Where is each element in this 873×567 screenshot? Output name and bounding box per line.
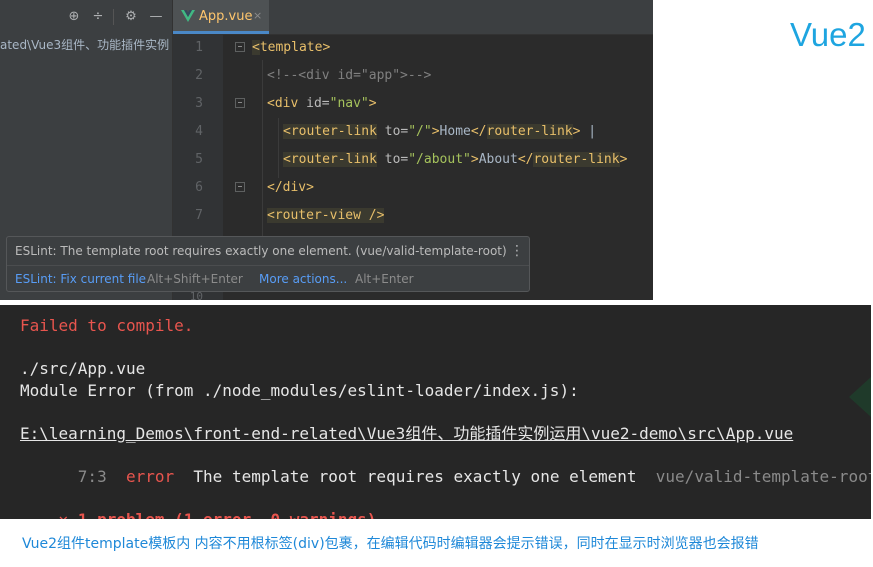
ide-window: ⊕ ÷ ⚙ — ated\Vue3组件、功能插件实例 App.vue × 1 2…: [0, 0, 653, 300]
code-token: <router-link: [283, 152, 377, 167]
fold-icon[interactable]: [235, 42, 245, 52]
project-toolbar: ⊕ ÷ ⚙ —: [0, 0, 172, 34]
indent-guide: [262, 60, 263, 240]
editor-tabs: App.vue ×: [173, 0, 653, 35]
terminal-output: Failed to compile. ./src/App.vue Module …: [0, 305, 871, 519]
code-token: <router-link: [283, 124, 377, 139]
more-actions-shortcut: Alt+Enter: [355, 272, 414, 286]
code-token: template: [259, 40, 323, 55]
code-token: <: [252, 40, 260, 55]
code-line[interactable]: <router-link to="/about">About</router-l…: [283, 150, 627, 170]
vue-logo-icon: [181, 10, 195, 22]
code-token: <!--<div id="app">-->: [267, 68, 432, 83]
overlay-shape: [849, 377, 871, 417]
error-rule: vue/valid-template-root: [655, 467, 871, 486]
code-token: >: [368, 96, 377, 111]
error-level: error: [125, 467, 175, 486]
code-line[interactable]: </div>: [267, 178, 314, 198]
error-position: 7:3: [77, 467, 107, 486]
line-number: 2: [195, 68, 203, 83]
more-options-icon[interactable]: ⋮: [510, 243, 524, 259]
error-message: The template root requires exactly one e…: [193, 467, 637, 486]
line-number: 4: [195, 124, 203, 139]
tooltip-divider: [7, 265, 529, 266]
module-error: Module Error (from ./node_modules/eslint…: [20, 381, 579, 400]
code-token: About: [478, 152, 518, 167]
code-token: </: [470, 124, 487, 139]
caption: Vue2组件template模板内 内容不用根标签(div)包裹，在编辑代码时编…: [22, 536, 759, 552]
summary-text: 1 problem (1 error, 0 warnings): [78, 510, 377, 519]
line-number: 1: [195, 40, 203, 55]
fix-shortcut: Alt+Shift+Enter: [147, 272, 243, 286]
code-token: >: [322, 40, 331, 55]
fix-current-file-link[interactable]: ESLint: Fix current file: [15, 272, 146, 286]
code-token: <div: [267, 96, 307, 111]
page-title: Vue2: [790, 16, 866, 53]
code-token: "/": [408, 124, 432, 139]
error-detail-row: 7:3 error The template root requires exa…: [20, 445, 871, 486]
code-token: router-link: [533, 152, 620, 167]
code-token: id=: [306, 96, 330, 111]
tab-app-vue[interactable]: App.vue ×: [173, 0, 269, 34]
error-file-path[interactable]: E:\learning_Demos\front-end-related\Vue3…: [20, 423, 793, 444]
indent-guide: [278, 118, 279, 178]
compile-failed-text: Failed to compile.: [20, 316, 194, 335]
collapse-icon[interactable]: ÷: [90, 9, 106, 25]
code-line[interactable]: <router-link to="/">Home</router-link> |: [283, 122, 596, 142]
code-token: "/about": [408, 152, 471, 167]
code-line[interactable]: <router-view />: [267, 206, 385, 226]
error-x-icon: ✕: [59, 510, 69, 519]
line-number: 3: [195, 96, 203, 111]
fold-icon[interactable]: [235, 182, 245, 192]
code-token: Home: [439, 124, 471, 139]
problem-summary: ✕ 1 problem (1 error, 0 warnings): [20, 488, 377, 519]
crosshair-icon[interactable]: ⊕: [66, 9, 82, 25]
code-token: >: [619, 152, 628, 167]
code-token: >: [470, 152, 479, 167]
close-icon[interactable]: ×: [253, 9, 262, 22]
code-line[interactable]: <div id="nav">: [267, 94, 377, 114]
toolbar-divider: [113, 9, 114, 25]
line-number: 7: [195, 208, 203, 223]
more-actions-link[interactable]: More actions...: [259, 272, 347, 286]
code-token: to=: [376, 152, 409, 167]
tab-label: App.vue: [199, 9, 253, 24]
code-token: <router-view />: [267, 208, 385, 223]
code-line[interactable]: <template>: [252, 38, 330, 58]
tooltip-message: ESLint: The template root requires exact…: [15, 244, 507, 258]
project-tree-item[interactable]: ated\Vue3组件、功能插件实例: [0, 36, 169, 53]
code-token: to=: [376, 124, 409, 139]
code-token: </div>: [267, 180, 314, 195]
line-number: 6: [195, 180, 203, 195]
line-number: 5: [195, 152, 203, 167]
gear-icon[interactable]: ⚙: [123, 9, 139, 25]
code-line[interactable]: <!--<div id="app">-->: [267, 66, 431, 86]
code-token: </: [517, 152, 534, 167]
code-token: >: [431, 124, 440, 139]
eslint-tooltip: ESLint: The template root requires exact…: [6, 236, 530, 292]
code-token: |: [580, 124, 597, 139]
minimize-icon[interactable]: —: [148, 9, 164, 25]
error-file: ./src/App.vue: [20, 359, 146, 378]
code-token: "nav": [329, 96, 369, 111]
code-token: router-link: [486, 124, 573, 139]
fold-icon[interactable]: [235, 98, 245, 108]
